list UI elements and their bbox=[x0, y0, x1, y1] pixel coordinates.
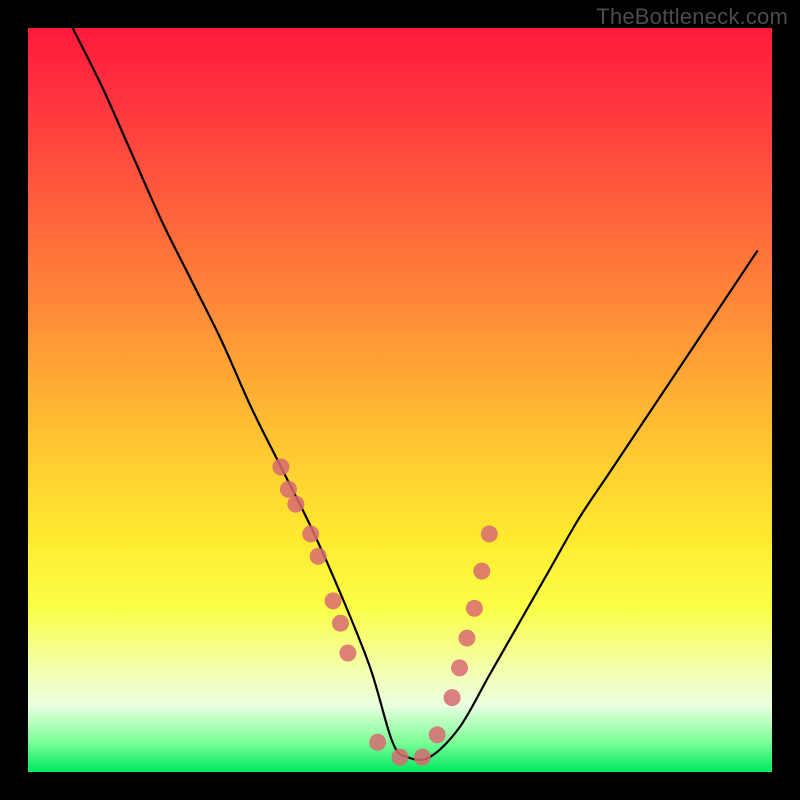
plot-area bbox=[28, 28, 772, 772]
marker-dot bbox=[429, 726, 446, 743]
marker-dot bbox=[451, 659, 468, 676]
marker-dot bbox=[302, 525, 319, 542]
marker-dot bbox=[325, 592, 342, 609]
marker-dot bbox=[280, 481, 297, 498]
marker-dot bbox=[458, 630, 475, 647]
marker-dot bbox=[287, 496, 304, 513]
watermark-text: TheBottleneck.com bbox=[596, 4, 788, 30]
marker-dot bbox=[369, 734, 386, 751]
chart-frame: TheBottleneck.com bbox=[0, 0, 800, 800]
marker-dot bbox=[272, 458, 289, 475]
marker-dot bbox=[332, 615, 349, 632]
marker-dot bbox=[466, 600, 483, 617]
marker-dot bbox=[392, 749, 409, 766]
marker-dot bbox=[481, 525, 498, 542]
marker-dot bbox=[339, 644, 356, 661]
marker-dot bbox=[444, 689, 461, 706]
marker-dot bbox=[473, 563, 490, 580]
marker-dot bbox=[310, 548, 327, 565]
marker-dot bbox=[414, 749, 431, 766]
bottleneck-curve bbox=[73, 28, 757, 760]
curve-svg bbox=[28, 28, 772, 772]
